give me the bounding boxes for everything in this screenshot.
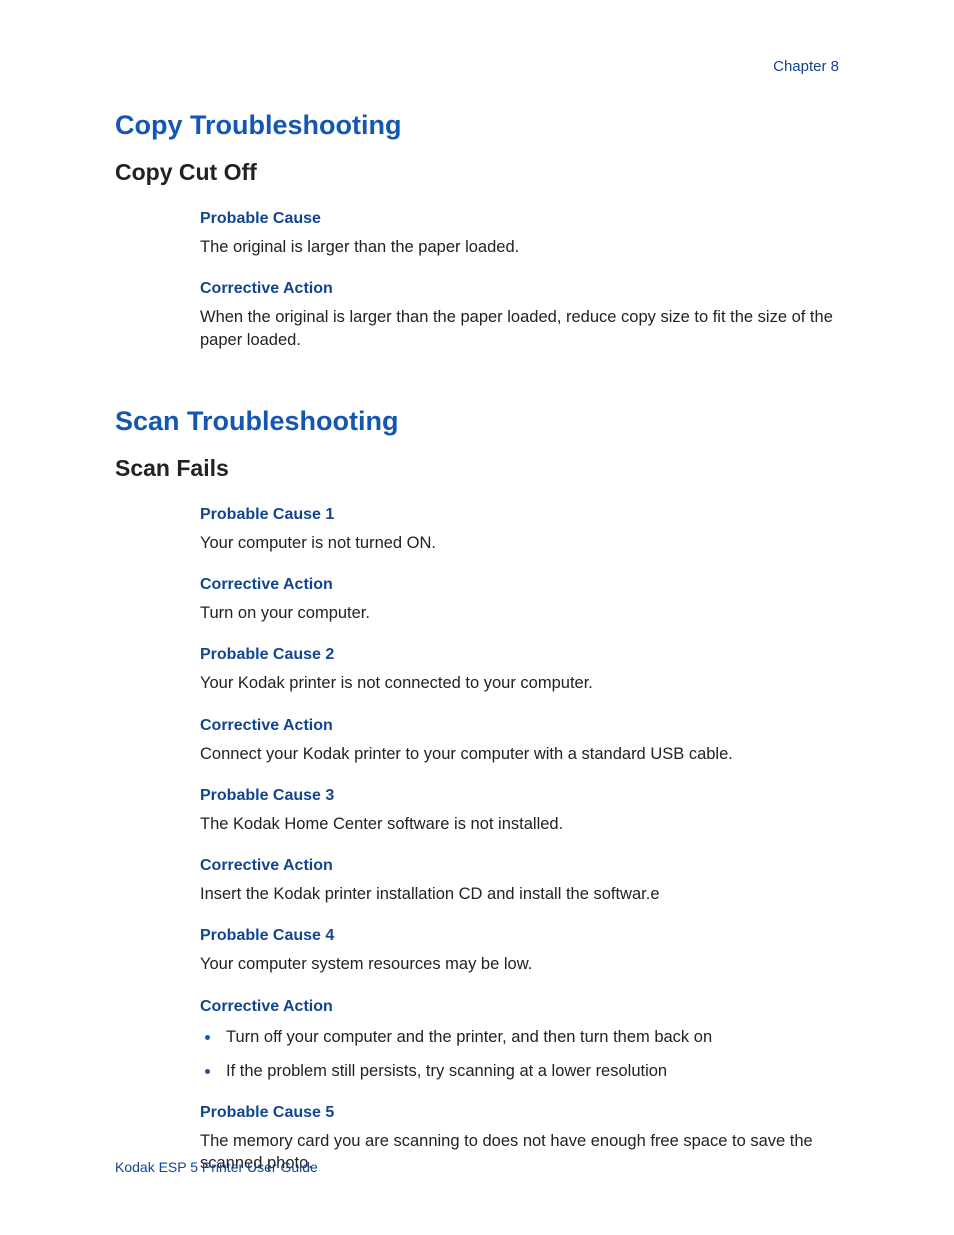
subsection-heading-copy-cut-off: Copy Cut Off — [115, 159, 844, 186]
copy-content-block: Probable Cause The original is larger th… — [200, 210, 844, 351]
corrective-action-3-heading: Corrective Action — [200, 857, 844, 875]
subsection-heading-scan-fails: Scan Fails — [115, 455, 844, 482]
scan-content-block: Probable Cause 1 Your computer is not tu… — [200, 506, 844, 1175]
document-page: Chapter 8 Copy Troubleshooting Copy Cut … — [0, 0, 954, 1235]
corrective-action-4-heading: Corrective Action — [200, 998, 844, 1016]
list-item: Turn off your computer and the printer, … — [222, 1024, 844, 1048]
corrective-action-4-list: Turn off your computer and the printer, … — [200, 1024, 844, 1083]
corrective-action-1-heading: Corrective Action — [200, 576, 844, 594]
list-item: If the problem still persists, try scann… — [222, 1058, 844, 1082]
corrective-action-1-text: Turn on your computer. — [200, 602, 844, 624]
probable-cause-1-heading: Probable Cause 1 — [200, 506, 844, 524]
probable-cause-1-text: Your computer is not turned ON. — [200, 532, 844, 554]
section-heading-scan: Scan Troubleshooting — [115, 406, 844, 437]
chapter-label: Chapter 8 — [773, 58, 839, 75]
probable-cause-text: The original is larger than the paper lo… — [200, 236, 844, 258]
probable-cause-4-heading: Probable Cause 4 — [200, 927, 844, 945]
probable-cause-4-text: Your computer system resources may be lo… — [200, 953, 844, 975]
corrective-action-text: When the original is larger than the pap… — [200, 306, 844, 351]
probable-cause-2-text: Your Kodak printer is not connected to y… — [200, 672, 844, 694]
probable-cause-5-heading: Probable Cause 5 — [200, 1104, 844, 1122]
corrective-action-heading: Corrective Action — [200, 280, 844, 298]
probable-cause-2-heading: Probable Cause 2 — [200, 646, 844, 664]
probable-cause-heading: Probable Cause — [200, 210, 844, 228]
section-heading-copy: Copy Troubleshooting — [115, 110, 844, 141]
corrective-action-2-heading: Corrective Action — [200, 717, 844, 735]
probable-cause-3-heading: Probable Cause 3 — [200, 787, 844, 805]
probable-cause-3-text: The Kodak Home Center software is not in… — [200, 813, 844, 835]
corrective-action-2-text: Connect your Kodak printer to your compu… — [200, 743, 844, 765]
corrective-action-3-text: Insert the Kodak printer installation CD… — [200, 883, 844, 905]
footer-text: Kodak ESP 5 Printer User Guide — [115, 1159, 318, 1175]
